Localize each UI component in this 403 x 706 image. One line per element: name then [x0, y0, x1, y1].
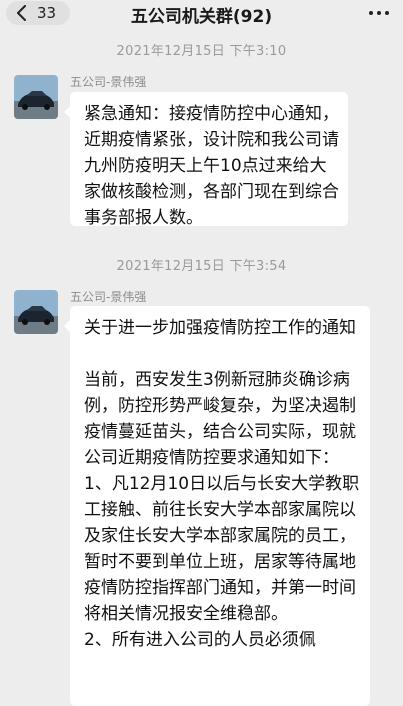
message-bubble[interactable]: 关于进一步加强疫情防控工作的通知 当前，西安发生3例新冠肺炎确诊病例，防控形势严…	[64, 306, 370, 706]
more-dots-icon	[369, 11, 373, 15]
more-button[interactable]	[369, 11, 389, 17]
message-timestamp: 2021年12月15日 下午3:10	[116, 44, 287, 59]
notice-title: 关于进一步加强疫情防控工作的通知	[84, 318, 356, 338]
chat-header: 33 五公司机关群(92)	[0, 0, 403, 28]
message-timestamp: 2021年12月15日 下午3:54	[116, 259, 287, 274]
message-text: 紧急通知：接疫情防控中心通知，近期疫情紧张，设计院和我公司请九州防疫明天上午10…	[84, 104, 339, 228]
avatar[interactable]	[14, 75, 58, 119]
notice-body: 当前，西安发生3例新冠肺炎确诊病例，防控形势严峻复杂，为坚决遏制疫情蔓延苗头，结…	[84, 370, 356, 468]
car-avatar-icon	[14, 290, 58, 334]
car-avatar-icon	[14, 75, 58, 119]
chat-title: 五公司机关群(92)	[130, 7, 273, 27]
avatar[interactable]	[14, 290, 58, 334]
sender-name: 五公司-景伟强	[70, 290, 147, 304]
notice-item: 1、凡12月10日以后与长安大学教职工接触、前往长安大学本部家属院以及家住长安大…	[84, 474, 360, 624]
message-bubble[interactable]: 紧急通知：接疫情防控中心通知，近期疫情紧张，设计院和我公司请九州防疫明天上午10…	[64, 92, 348, 228]
sender-name: 五公司-景伟强	[70, 75, 147, 89]
notice-item: 2、所有进入公司的人员必须佩	[84, 630, 316, 650]
